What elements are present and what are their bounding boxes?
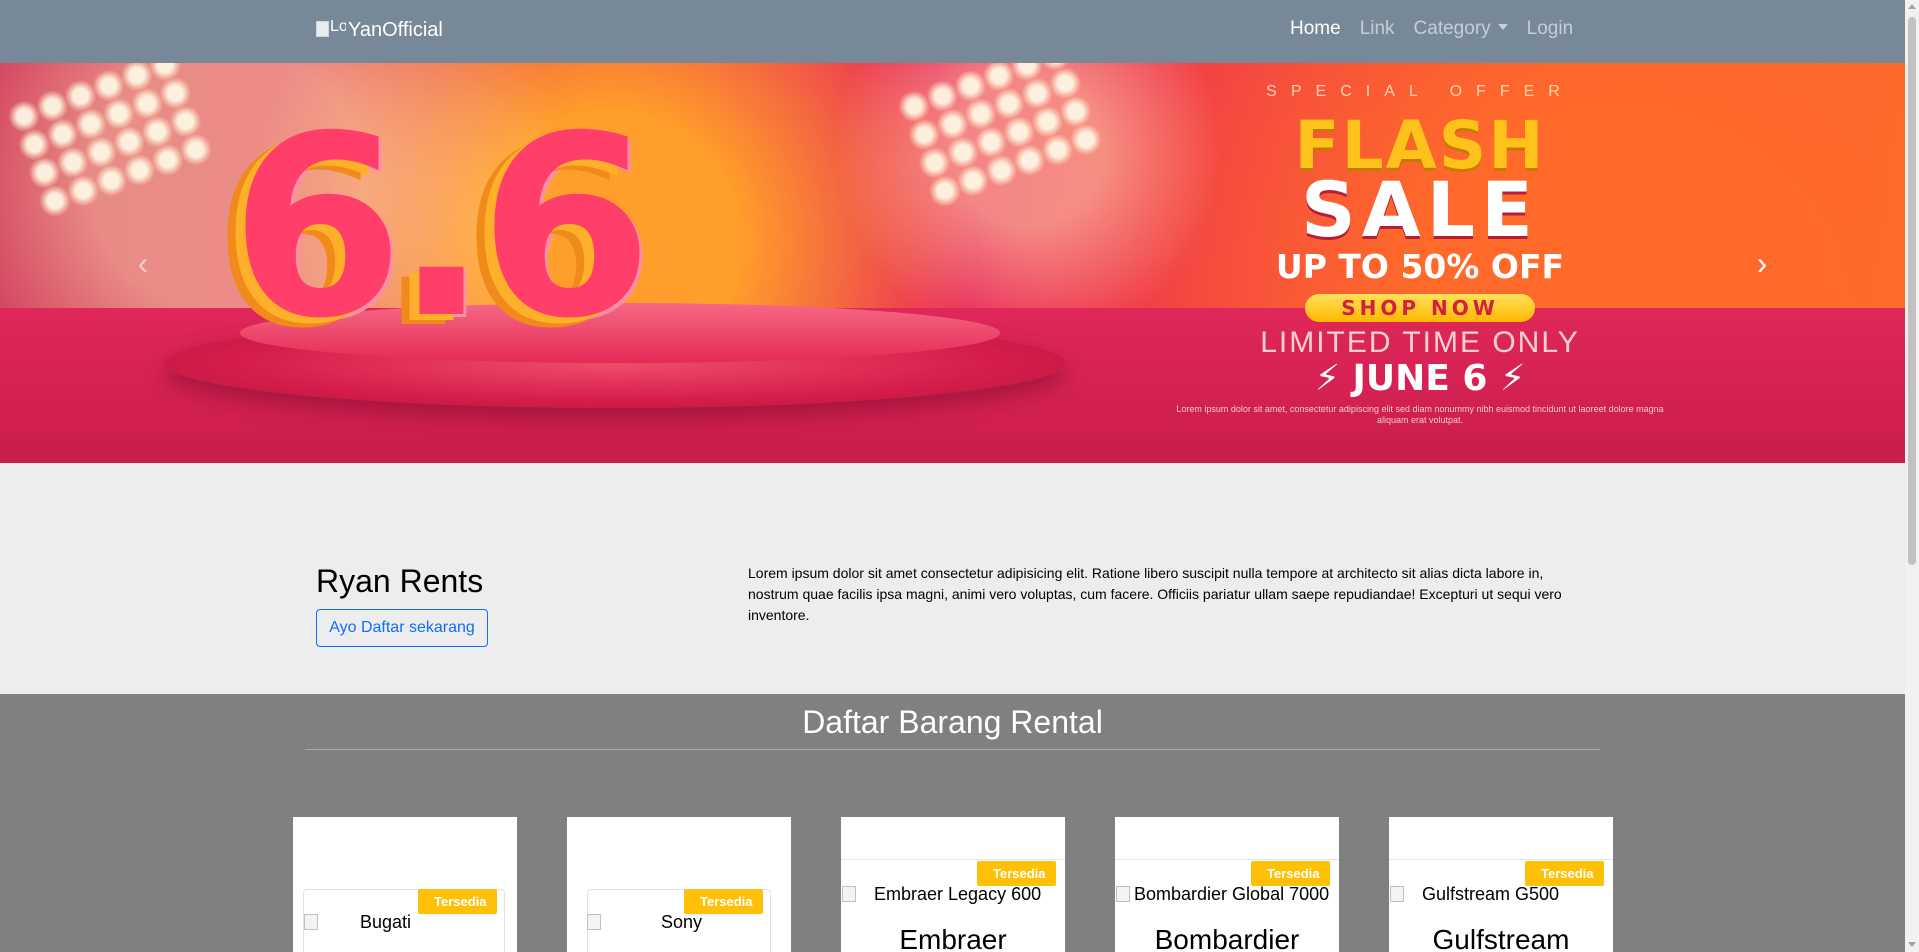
brand-logo-image[interactable]: Lo (316, 18, 346, 42)
scrollbar-thumb[interactable] (1908, 17, 1916, 565)
status-badge: Tersedia (684, 889, 763, 914)
broken-image-icon (304, 914, 318, 930)
navbar: Lo YanOfficial Home Link Category Login (0, 0, 1905, 63)
card-image: Bugati (304, 912, 411, 933)
banner-number: 6.6 (230, 82, 653, 373)
card-image-alt: Bugati (360, 912, 412, 932)
card-title: Embraer (899, 924, 1007, 952)
broken-image-icon (316, 21, 329, 37)
card-image: Embraer Legacy 600 (842, 884, 1041, 905)
broken-image-icon (842, 886, 856, 902)
broken-image-icon (1116, 886, 1130, 902)
nav-link-home[interactable]: Home (1290, 18, 1341, 40)
card-image-alt: Sony (661, 912, 703, 932)
rental-card[interactable]: Tersedia Embraer Legacy 600 Embraer (841, 817, 1065, 952)
rental-card[interactable]: Tersedia Sony (567, 817, 791, 952)
banner-fine-print: Lorem ipsum dolor sit amet, consectetur … (1176, 404, 1664, 425)
intro-title: Ryan Rents (316, 563, 484, 599)
status-badge: Tersedia (418, 889, 497, 914)
card-title: Gulfstream (1432, 924, 1570, 952)
scroll-up-arrow-icon[interactable] (1908, 4, 1916, 9)
card-image-alt: Gulfstream G500 (1422, 884, 1560, 904)
nav-links: Home Link Category Login (1290, 18, 1592, 40)
card-image: Sony (587, 912, 702, 933)
divider (305, 749, 1600, 750)
banner-offer: SPECIAL OFFER FLASH SALE UP TO 50% OFF S… (1160, 83, 1680, 426)
navbar-brand[interactable]: Lo YanOfficial (316, 18, 443, 42)
card-title: Bombardier (1154, 924, 1300, 952)
brand-logo-alt: Lo (330, 18, 346, 35)
banner-special-offer: SPECIAL OFFER (1266, 83, 1574, 100)
banner-limited: LIMITED TIME ONLY (1260, 326, 1580, 359)
rental-card[interactable]: Tersedia Gulfstream G500 Gulfstream (1389, 817, 1613, 952)
card-image: Gulfstream G500 (1390, 884, 1559, 905)
nav-link-link[interactable]: Link (1360, 18, 1395, 40)
banner-sale: SALE (1301, 165, 1539, 254)
banner-date-text: JUNE 6 (1352, 358, 1488, 399)
carousel-prev-button[interactable]: ‹ (131, 246, 155, 280)
rental-card[interactable]: Tersedia Bugati (293, 817, 517, 952)
broken-image-icon (587, 914, 601, 930)
intro-description: Lorem ipsum dolor sit amet consectetur a… (748, 565, 1562, 623)
banner-cta: SHOP NOW (1305, 294, 1535, 322)
carousel-next-button[interactable]: › (1750, 246, 1774, 280)
card-divider (1115, 859, 1339, 860)
page-scrollbar[interactable] (1905, 0, 1919, 952)
nav-dropdown-category-label: Category (1413, 18, 1491, 39)
card-divider (1389, 859, 1613, 860)
status-badge: Tersedia (1251, 861, 1330, 886)
rental-card[interactable]: Tersedia Bombardier Global 7000 Bombardi… (1115, 817, 1339, 952)
banner-discount: UP TO 50% OFF (1275, 247, 1565, 286)
card-divider (841, 859, 1065, 860)
card-image-alt: Embraer Legacy 600 (874, 884, 1042, 904)
status-badge: Tersedia (977, 861, 1056, 886)
brand-name[interactable]: YanOfficial (348, 19, 443, 42)
card-image: Bombardier Global 7000 (1116, 884, 1329, 905)
card-image-alt: Bombardier Global 7000 (1134, 884, 1330, 904)
rental-list-section: Daftar Barang Rental Tersedia Bugati Ter… (0, 694, 1905, 952)
rental-list-title: Daftar Barang Rental (802, 704, 1103, 740)
nav-link-login[interactable]: Login (1527, 18, 1574, 40)
scroll-down-arrow-icon[interactable] (1908, 942, 1916, 947)
spotlight-decoration (894, 63, 1106, 211)
nav-dropdown-category[interactable]: Category (1414, 18, 1508, 40)
spotlight-decoration (4, 63, 216, 221)
register-button[interactable]: Ayo Daftar sekarang (316, 609, 488, 647)
chevron-right-icon: › (1756, 245, 1768, 281)
chevron-left-icon: ‹ (137, 245, 149, 281)
status-badge: Tersedia (1525, 861, 1604, 886)
promo-carousel: 6.6 SPECIAL OFFER FLASH SALE UP TO 50% O… (0, 63, 1905, 463)
banner-date: ⚡ JUNE 6 ⚡ (1314, 358, 1526, 399)
broken-image-icon (1390, 886, 1404, 902)
caret-down-icon (1497, 24, 1508, 30)
